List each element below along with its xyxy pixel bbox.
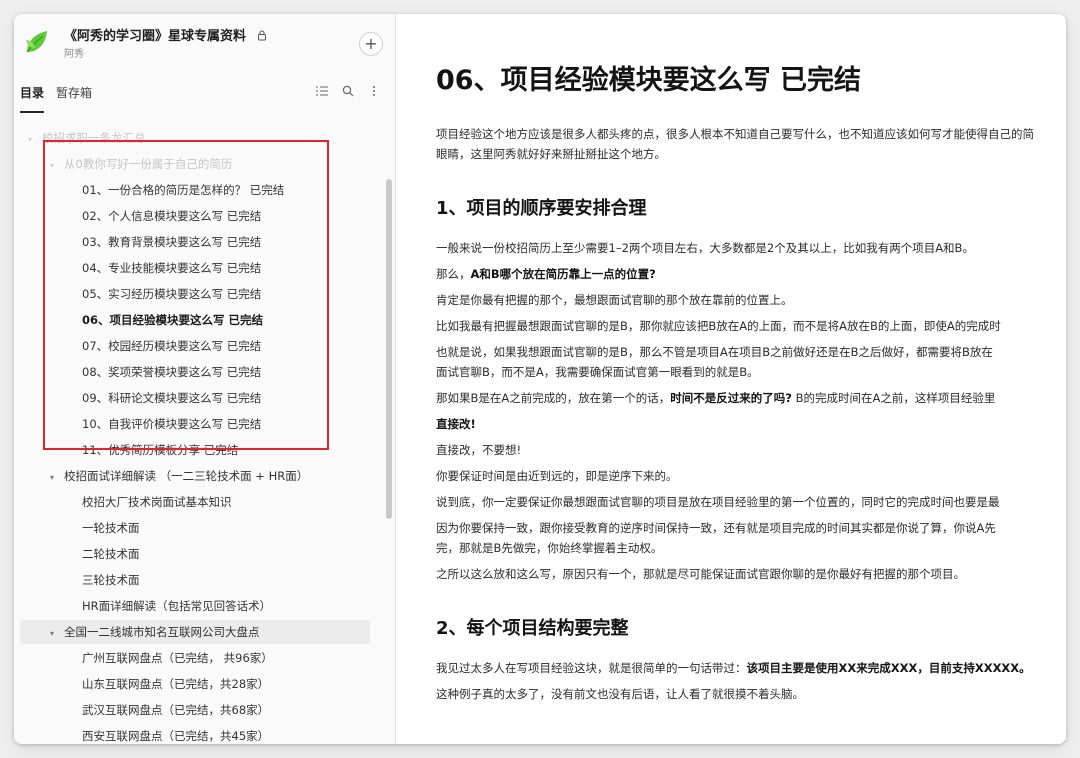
outline-item[interactable]: 校招大厂技术岗面试基本知识 [20, 490, 370, 514]
text-span: 项目经验这个地方应该是很多人都头疼的点，很多人根本不知道自己要写什么，也不知道应… [436, 127, 1034, 141]
paragraph: 直接改! [436, 414, 476, 434]
section-heading: 1、项目的顺序要安排合理 [436, 198, 647, 219]
paragraph: 那么，A和B哪个放在简历靠上一点的位置? [436, 264, 656, 284]
app-window: 《阿秀的学习圈》星球专属资料 阿秀 + 目录 暂存箱 ▾ 校招求职一条龙汇总 ▾… [14, 14, 1066, 744]
text-span: 这种例子真的太多了，没有前文也没有后语，让人看了就很摸不着头脑。 [436, 687, 804, 701]
document-pane: 06、项目经验模块要这么写 已完结 项目经验这个地方应该是很多人都头疼的点，很多… [396, 14, 1066, 744]
caret-down-icon[interactable]: ▾ [50, 466, 60, 490]
highlight-box [43, 140, 329, 450]
paragraph: 你要保证时间是由近到远的，即是逆序下来的。 [436, 466, 678, 486]
paragraph: 那如果B是在A之前完成的，放在第一个的话，时间不是反过来的了吗? B的完成时间在… [436, 388, 995, 408]
tab-contents[interactable]: 目录 [20, 84, 45, 113]
sidebar: 《阿秀的学习圈》星球专属资料 阿秀 + 目录 暂存箱 ▾ 校招求职一条龙汇总 ▾… [14, 14, 396, 744]
text-span: 那如果B是在A之前完成的，放在第一个的话， [436, 391, 671, 405]
text-span: 因为你要保持一致，跟你接受教育的逆序时间保持一致，还有就是项目完成的时间其实都是… [436, 521, 996, 535]
paragraph: 这种例子真的太多了，没有前文也没有后语，让人看了就很摸不着头脑。 [436, 684, 804, 704]
group-owner: 阿秀 [64, 49, 84, 60]
text-span: 比如我最有把握最想跟面试官聊的是B，那你就应该把B放在A的上面，而不是将A放在B… [436, 319, 1001, 333]
caret-down-icon[interactable]: ▾ [50, 622, 60, 646]
text-span: 之所以这么放和这么写，原因只有一个，那就是尽可能保证面试官跟你聊的是你最好有把握… [436, 567, 965, 581]
section-heading: 2、每个项目结构要完整 [436, 618, 629, 639]
outline-item[interactable]: HR面详细解读（包括常见回答话术） [20, 594, 370, 618]
paragraph: 一般来说一份校招简历上至少需要1–2两个项目左右，大多数都是2个及其以上，比如我… [436, 238, 974, 258]
sidebar-header: 《阿秀的学习圈》星球专属资料 阿秀 + [14, 14, 395, 74]
caret-down-icon[interactable]: ▾ [28, 128, 38, 152]
paragraph: 我见过太多人在写项目经验这块，就是很简单的一句话带过：该项目主要是使用XX来完成… [436, 658, 1031, 678]
text-span: 眼睛，这里阿秀就好好来掰扯掰扯这个地方。 [436, 147, 666, 161]
text-span: 也就是说，如果我想跟面试官聊的是B，那么不管是项目A在项目B之前做好还是在B之后… [436, 345, 993, 359]
outline-label: 全国一二线城市知名互联网公司大盘点 [64, 625, 260, 639]
bold-text: 直接改! [436, 417, 476, 431]
outline-item[interactable]: 西安互联网盘点（已完结，共45家） [20, 724, 370, 744]
outline-item[interactable]: 一轮技术面 [20, 516, 370, 540]
outline-label: 武汉互联网盘点（已完结，共68家） [82, 703, 270, 717]
logo-icon [26, 31, 47, 53]
paragraph: 项目经验这个地方应该是很多人都头疼的点，很多人根本不知道自己要写什么，也不知道应… [436, 124, 1034, 144]
outline-label: HR面详细解读（包括常见回答话术） [82, 599, 272, 613]
outline-label: 二轮技术面 [82, 547, 140, 561]
outline-item[interactable]: 武汉互联网盘点（已完结，共68家） [20, 698, 370, 722]
paragraph: 比如我最有把握最想跟面试官聊的是B，那你就应该把B放在A的上面，而不是将A放在B… [436, 316, 1001, 336]
outline-section[interactable]: ▾ 全国一二线城市知名互联网公司大盘点 [20, 620, 370, 644]
outline-label: 西安互联网盘点（已完结，共45家） [82, 729, 270, 743]
bold-text: 该项目主要是使用XX来完成XXX，目前支持XXXXX。 [746, 661, 1031, 675]
paragraph: 肯定是你最有把握的那个，最想跟面试官聊的那个放在靠前的位置上。 [436, 290, 793, 310]
outline-label: 校招大厂技术岗面试基本知识 [82, 495, 232, 509]
lock-icon [257, 30, 266, 41]
outline-label: 广州互联网盘点（已完结， 共96家） [82, 651, 273, 665]
text-span: 肯定是你最有把握的那个，最想跟面试官聊的那个放在靠前的位置上。 [436, 293, 793, 307]
paragraph: 直接改，不要想! [436, 440, 521, 460]
outline-label: 三轮技术面 [82, 573, 140, 587]
search-icon[interactable] [341, 84, 355, 98]
paragraph: 之所以这么放和这么写，原因只有一个，那就是尽可能保证面试官跟你聊的是你最好有把握… [436, 564, 965, 584]
text-span: 说到底，你一定要保证你最想跟面试官聊的项目是放在项目经验里的第一个位置的，同时它… [436, 495, 1000, 509]
sidebar-scrollbar[interactable] [386, 179, 392, 519]
outline-label: 校招面试详细解读 （一二三轮技术面 + HR面） [64, 469, 309, 483]
text-span: 我见过太多人在写项目经验这块，就是很简单的一句话带过： [436, 661, 747, 675]
outline-item[interactable]: 二轮技术面 [20, 542, 370, 566]
sidebar-tabs: 目录 暂存箱 [14, 82, 395, 118]
paragraph: 说到底，你一定要保证你最想跟面试官聊的项目是放在项目经验里的第一个位置的，同时它… [436, 492, 1000, 512]
text-span: B的完成时间在A之前，这样项目经验里 [791, 391, 996, 405]
outline-label: 一轮技术面 [82, 521, 140, 535]
sidebar-toolbar [315, 84, 381, 98]
text-span: 一般来说一份校招简历上至少需要1–2两个项目左右，大多数都是2个及其以上，比如我… [436, 241, 974, 255]
paragraph: 面试官聊B，而不是A，我需要确保面试官第一眼看到的就是B。 [436, 362, 759, 382]
outline-item[interactable]: 三轮技术面 [20, 568, 370, 592]
bold-text: A和B哪个放在简历靠上一点的位置? [470, 267, 656, 281]
text-span: 完，那就是B先做完，你始终掌握着主动权。 [436, 541, 663, 555]
document-title: 06、项目经验模块要这么写 已完结 [436, 65, 861, 96]
text-span: 那么， [436, 267, 471, 281]
text-span: 你要保证时间是由近到远的，即是逆序下来的。 [436, 469, 678, 483]
bold-text: 时间不是反过来的了吗? [670, 391, 792, 405]
list-icon[interactable] [315, 84, 329, 98]
paragraph: 完，那就是B先做完，你始终掌握着主动权。 [436, 538, 662, 558]
group-title-text: 《阿秀的学习圈》星球专属资料 [64, 29, 247, 44]
outline-section[interactable]: ▾ 校招面试详细解读 （一二三轮技术面 + HR面） [20, 464, 370, 488]
paragraph: 因为你要保持一致，跟你接受教育的逆序时间保持一致，还有就是项目完成的时间其实都是… [436, 518, 996, 538]
add-button[interactable]: + [359, 32, 383, 56]
outline-item[interactable]: 山东互联网盘点（已完结，共28家） [20, 672, 370, 696]
text-span: 直接改，不要想! [436, 443, 522, 457]
more-icon[interactable] [367, 84, 381, 98]
tab-drafts[interactable]: 暂存箱 [56, 84, 92, 111]
text-span: 面试官聊B，而不是A，我需要确保面试官第一眼看到的就是B。 [436, 365, 759, 379]
paragraph: 眼睛，这里阿秀就好好来掰扯掰扯这个地方。 [436, 144, 666, 164]
outline-label: 山东互联网盘点（已完结，共28家） [82, 677, 270, 691]
outline-item[interactable]: 广州互联网盘点（已完结， 共96家） [20, 646, 370, 670]
group-title[interactable]: 《阿秀的学习圈》星球专属资料 [64, 25, 267, 44]
paragraph: 也就是说，如果我想跟面试官聊的是B，那么不管是项目A在项目B之前做好还是在B之后… [436, 342, 993, 362]
